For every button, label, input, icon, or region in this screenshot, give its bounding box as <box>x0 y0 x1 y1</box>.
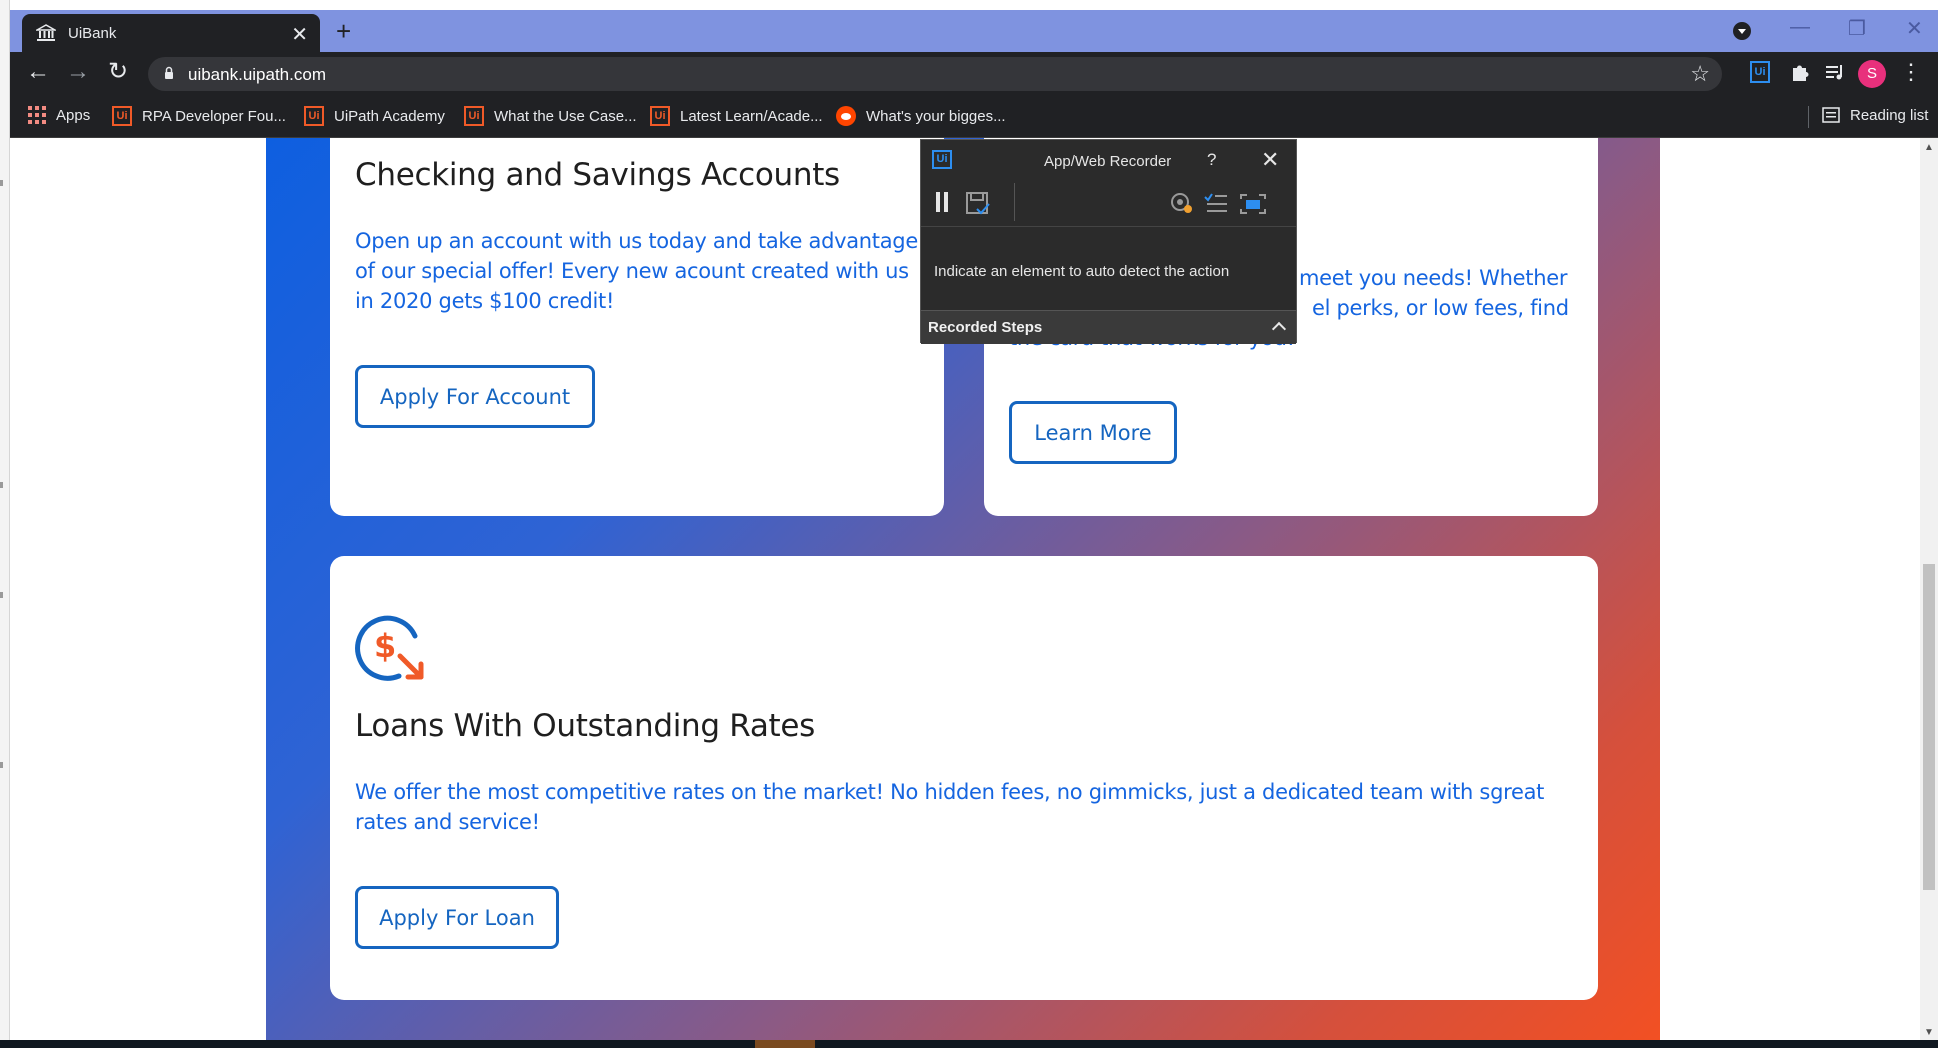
desktop-left-edge <box>0 0 10 1048</box>
uipath-icon: Ui <box>112 106 132 126</box>
bookmark-label: RPA Developer Fou... <box>142 107 286 125</box>
bookmark-star-icon[interactable]: ☆ <box>1690 61 1710 87</box>
accounts-card: Checking and Savings Accounts Open up an… <box>330 138 944 516</box>
recorder-hint-text: Indicate an element to auto detect the a… <box>934 263 1230 280</box>
page-scrollbar[interactable]: ▲ ▼ <box>1920 138 1938 1040</box>
reading-list-label: Reading list <box>1850 106 1929 124</box>
uipath-icon: Ui <box>650 106 670 126</box>
reload-button[interactable]: ↻ <box>108 60 128 84</box>
reading-list-icon <box>1822 107 1840 123</box>
bookmark-label: UiPath Academy <box>334 107 445 125</box>
edge-mark <box>0 592 3 598</box>
pause-icon[interactable] <box>934 191 950 213</box>
tab-uibank[interactable]: UiBank ✕ <box>22 14 320 52</box>
scroll-up-arrow-icon[interactable]: ▲ <box>1924 142 1934 153</box>
recorder-title-bar: Ui App/Web Recorder ? ✕ <box>921 140 1296 177</box>
bookmark-rpa-developer[interactable]: Ui RPA Developer Fou... <box>112 106 286 126</box>
extensions-puzzle-icon[interactable] <box>1790 61 1810 83</box>
bookmark-label: Latest Learn/Acade... <box>680 107 823 125</box>
screen-capture-icon[interactable] <box>1239 191 1267 215</box>
recorder-close-button[interactable]: ✕ <box>1261 147 1279 173</box>
recorder-title: App/Web Recorder <box>1044 153 1172 170</box>
accounts-title: Checking and Savings Accounts <box>355 157 840 193</box>
edge-mark <box>0 180 3 186</box>
bookmark-latest-learn[interactable]: Ui Latest Learn/Acade... <box>650 106 823 126</box>
media-queue-icon[interactable] <box>1824 61 1846 83</box>
back-button[interactable]: ← <box>26 60 50 84</box>
bookmark-uipath-academy[interactable]: Ui UiPath Academy <box>304 106 445 126</box>
url-text[interactable]: uibank.uipath.com <box>188 65 326 85</box>
address-bar[interactable]: uibank.uipath.com ☆ <box>148 57 1722 91</box>
svg-text:$: $ <box>374 627 396 665</box>
bookmark-label: What's your bigges... <box>866 107 1006 125</box>
taskbar-app <box>755 1040 815 1048</box>
minimize-button[interactable]: — <box>1790 16 1810 39</box>
loans-title: Loans With Outstanding Rates <box>355 708 816 744</box>
new-tab-button[interactable]: + <box>336 18 351 44</box>
apply-for-loan-button[interactable]: Apply For Loan <box>355 886 559 949</box>
scroll-down-arrow-icon[interactable]: ▼ <box>1924 1027 1934 1038</box>
checklist-icon[interactable] <box>1203 191 1229 215</box>
menu-kebab-icon[interactable]: ⋮ <box>1900 60 1922 84</box>
forward-button[interactable]: → <box>66 60 90 84</box>
bank-icon <box>36 24 56 41</box>
recorded-steps-header[interactable]: Recorded Steps <box>921 310 1296 344</box>
accounts-description: Open up an account with us today and tak… <box>355 229 918 313</box>
edge-mark <box>0 762 3 768</box>
apply-for-account-button[interactable]: Apply For Account <box>355 365 595 428</box>
reading-list-button[interactable]: Reading list <box>1822 106 1928 124</box>
reddit-icon <box>836 106 856 126</box>
restore-button[interactable]: ❐ <box>1848 16 1866 41</box>
recorded-steps-label: Recorded Steps <box>928 319 1043 336</box>
edge-mark <box>0 482 3 488</box>
lock-icon <box>165 66 173 79</box>
profile-avatar[interactable]: S <box>1858 60 1886 88</box>
uipath-extension-icon[interactable]: Ui <box>1750 61 1770 83</box>
app-web-recorder-window: Ui App/Web Recorder ? ✕ Indicate an elem… <box>920 139 1297 344</box>
taskbar-edge <box>0 1040 1938 1048</box>
recorder-toolbar <box>921 177 1296 227</box>
loans-description: We offer the most competitive rates on t… <box>355 780 1545 834</box>
bookmarks-divider <box>1808 106 1809 128</box>
learn-more-button[interactable]: Learn More <box>1009 401 1177 464</box>
tab-search-icon[interactable] <box>1733 22 1751 40</box>
browser-tab-strip: UiBank ✕ + — ❐ ✕ <box>10 10 1938 52</box>
bookmark-label: What the Use Case... <box>494 107 637 125</box>
tab-title: UiBank <box>68 25 117 42</box>
help-button[interactable]: ? <box>1207 150 1216 170</box>
bookmark-whats-your-biggest[interactable]: What's your bigges... <box>836 106 1006 126</box>
bookmarks-bar: Apps Ui RPA Developer Fou... Ui UiPath A… <box>10 96 1938 138</box>
tab-close-icon[interactable]: ✕ <box>291 22 308 47</box>
scrollbar-thumb[interactable] <box>1923 564 1935 890</box>
uipath-icon: Ui <box>464 106 484 126</box>
dollar-decrease-icon: $ <box>355 615 424 681</box>
close-window-button[interactable]: ✕ <box>1906 16 1923 41</box>
uipath-logo-icon: Ui <box>932 150 952 169</box>
target-element-icon[interactable] <box>1169 191 1195 215</box>
apps-grid-icon <box>28 106 46 124</box>
screen: UiBank ✕ + — ❐ ✕ ← → ↻ uibank.uipath.com… <box>0 0 1938 1048</box>
uipath-icon: Ui <box>304 106 324 126</box>
bookmark-use-case[interactable]: Ui What the Use Case... <box>464 106 637 126</box>
toolbar-divider <box>1014 183 1015 221</box>
chevron-up-icon[interactable] <box>1271 321 1287 337</box>
loans-card: $ Loans With Outstanding Rates We offer … <box>330 556 1598 1000</box>
bookmark-apps[interactable]: Apps <box>28 106 90 124</box>
bookmark-label: Apps <box>56 106 91 124</box>
browser-toolbar: ← → ↻ uibank.uipath.com ☆ Ui S ⋮ <box>10 52 1938 96</box>
save-and-exit-icon[interactable] <box>965 191 991 215</box>
